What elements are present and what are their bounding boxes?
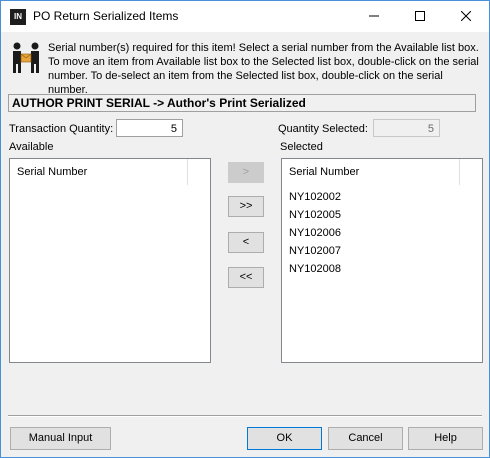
item-header: AUTHOR PRINT SERIAL -> Author's Print Se… <box>8 94 476 112</box>
close-button[interactable] <box>443 1 489 32</box>
list-item[interactable]: NY102002 <box>289 188 341 206</box>
remove-one-button[interactable]: < <box>228 232 264 253</box>
po-return-serialized-window: IN PO Return Serialized Items Serial num… <box>0 0 490 458</box>
add-one-button[interactable]: > <box>228 162 264 183</box>
available-label: Available <box>9 141 54 153</box>
remove-all-button[interactable]: << <box>228 267 264 288</box>
selected-items: NY102002 NY102005 NY102006 NY102007 NY10… <box>289 188 341 278</box>
help-button[interactable]: Help <box>408 427 483 450</box>
minimize-icon <box>369 15 379 17</box>
list-item[interactable]: NY102005 <box>289 206 341 224</box>
maximize-button[interactable] <box>397 1 443 32</box>
list-item[interactable]: NY102007 <box>289 242 341 260</box>
selected-label: Selected <box>280 141 323 153</box>
selected-column-header[interactable]: Serial Number <box>282 159 460 185</box>
minimize-button[interactable] <box>351 1 397 32</box>
add-all-button[interactable]: >> <box>228 196 264 217</box>
footer-divider <box>8 415 482 417</box>
available-listbox[interactable]: Serial Number <box>9 158 211 363</box>
selected-listbox[interactable]: Serial Number NY102002 NY102005 NY102006… <box>281 158 483 363</box>
transaction-quantity-label: Transaction Quantity: <box>9 123 114 135</box>
available-column-header[interactable]: Serial Number <box>10 159 188 185</box>
ok-button[interactable]: OK <box>247 427 322 450</box>
maximize-icon <box>415 11 425 21</box>
list-item[interactable]: NY102008 <box>289 260 341 278</box>
list-item[interactable]: NY102006 <box>289 224 341 242</box>
transaction-quantity-field[interactable]: 5 <box>116 119 183 137</box>
cancel-button[interactable]: Cancel <box>328 427 403 450</box>
app-icon: IN <box>10 9 26 25</box>
close-icon <box>460 10 472 22</box>
quantity-selected-label: Quantity Selected: <box>278 123 368 135</box>
title-bar: IN PO Return Serialized Items <box>1 1 489 32</box>
instruction-text: Serial number(s) required for this item!… <box>48 42 479 96</box>
quantity-selected-field: 5 <box>373 119 440 137</box>
manual-input-button[interactable]: Manual Input <box>10 427 111 450</box>
people-exchange-icon <box>13 42 39 73</box>
window-title: PO Return Serialized Items <box>33 9 179 23</box>
